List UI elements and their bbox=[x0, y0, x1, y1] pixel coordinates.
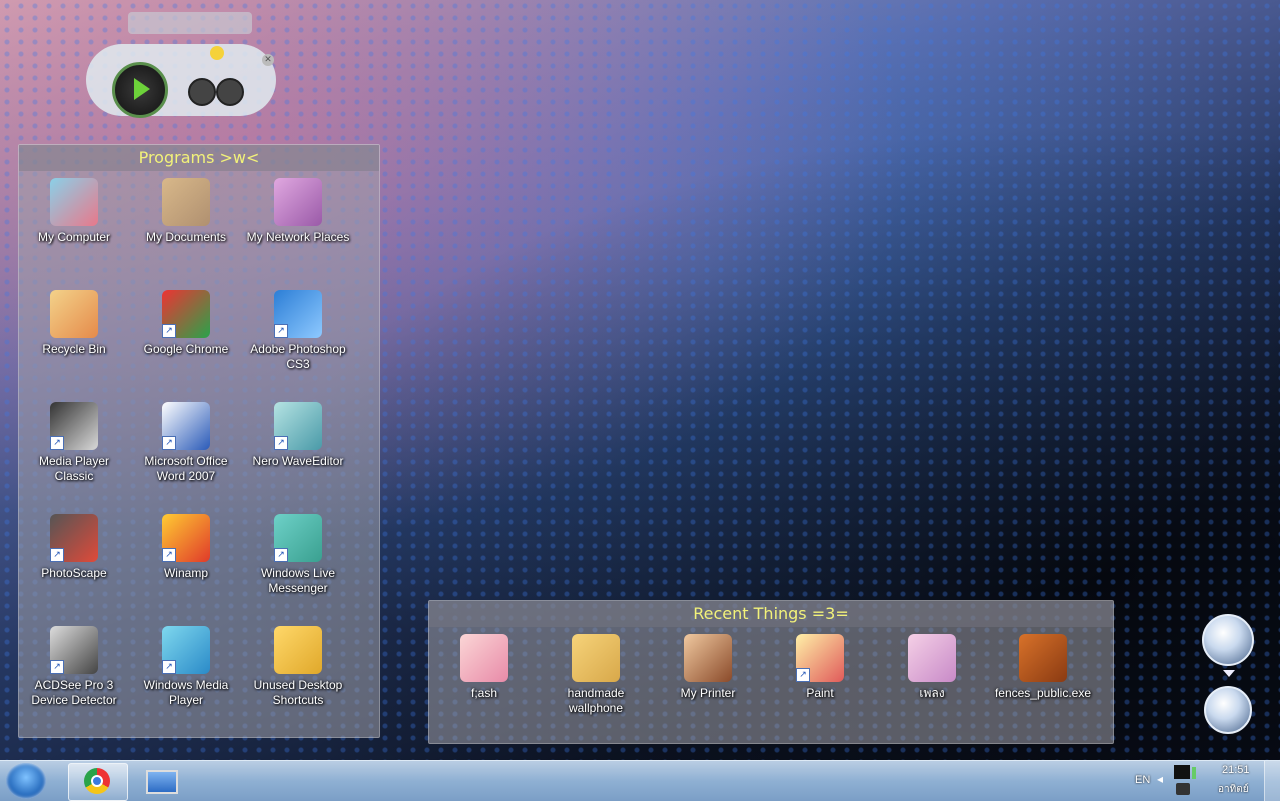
acdsee-icon: ↗ bbox=[50, 626, 98, 674]
icon-label: Paint bbox=[806, 686, 834, 700]
photoshop-icon: ↗ bbox=[274, 290, 322, 338]
windows-media-player-icon: ↗ bbox=[162, 626, 210, 674]
icon-label: f;ash bbox=[470, 686, 497, 700]
desktop-shortcut[interactable]: ↗ Adobe Photoshop CS3 bbox=[243, 290, 353, 372]
icon-label: handmade wallphone bbox=[567, 686, 625, 715]
shortcut-arrow-icon: ↗ bbox=[274, 548, 288, 562]
fence-title: Recent Things =3= bbox=[429, 601, 1113, 627]
icon-label: Windows Media Player bbox=[143, 678, 229, 707]
shortcut-arrow-icon: ↗ bbox=[162, 324, 176, 338]
sun-icon bbox=[210, 46, 224, 60]
desktop-shortcut[interactable]: Recycle Bin bbox=[19, 290, 129, 357]
printer-icon[interactable] bbox=[1176, 783, 1190, 795]
taskbar-chrome-button[interactable] bbox=[68, 763, 128, 801]
shortcut-arrow-icon: ↗ bbox=[162, 548, 176, 562]
desktop-shortcut[interactable]: ↗ Nero WaveEditor bbox=[243, 402, 353, 469]
side-widget-top[interactable] bbox=[1202, 614, 1254, 666]
music-player-icon bbox=[908, 634, 956, 682]
taskbar: EN ◂ 21:51 อาทิตย์ bbox=[0, 760, 1280, 801]
icon-label: fences_public.exe bbox=[994, 686, 1092, 700]
unused-shortcuts-icon bbox=[274, 626, 322, 674]
my-documents-icon bbox=[162, 178, 210, 226]
icon-label: Nero WaveEditor bbox=[252, 454, 344, 468]
network-icon[interactable] bbox=[1192, 767, 1206, 779]
photoscape-icon: ↗ bbox=[50, 514, 98, 562]
icon-label: ACDSee Pro 3 Device Detector bbox=[31, 678, 117, 707]
messenger-icon: ↗ bbox=[274, 514, 322, 562]
desktop-shortcut[interactable]: ↗ Winamp bbox=[131, 514, 241, 581]
desktop-shortcut[interactable]: handmade wallphone bbox=[541, 634, 651, 716]
start-button[interactable] bbox=[6, 763, 46, 799]
desktop-shortcut[interactable]: ↗ Windows Media Player bbox=[131, 626, 241, 708]
desktop-shortcut[interactable]: My Documents bbox=[131, 178, 241, 245]
language-indicator[interactable]: EN bbox=[1135, 774, 1150, 786]
icon-label: เพลง bbox=[919, 686, 945, 700]
desktop-shortcut[interactable]: fences_public.exe bbox=[988, 634, 1098, 701]
show-desktop-button[interactable] bbox=[1264, 761, 1280, 801]
shortcut-arrow-icon: ↗ bbox=[50, 548, 64, 562]
taskbar-computer-button[interactable] bbox=[130, 763, 190, 801]
icon-label: Media Player Classic bbox=[38, 454, 110, 483]
desktop-shortcut[interactable]: f;ash bbox=[429, 634, 539, 701]
shortcut-arrow-icon: ↗ bbox=[796, 668, 810, 682]
icon-label: Winamp bbox=[163, 566, 208, 580]
paint-icon: ↗ bbox=[796, 634, 844, 682]
shortcut-arrow-icon: ↗ bbox=[162, 436, 176, 450]
desktop-shortcut[interactable]: My Printer bbox=[653, 634, 763, 701]
icon-label: Adobe Photoshop CS3 bbox=[250, 342, 346, 371]
desktop-shortcut[interactable]: ↗ Microsoft Office Word 2007 bbox=[131, 402, 241, 484]
icon-label: My Computer bbox=[37, 230, 111, 244]
network-places-icon bbox=[274, 178, 322, 226]
icon-label: PhotoScape bbox=[41, 566, 107, 580]
fences-installer-icon bbox=[1019, 634, 1067, 682]
doll-icon bbox=[460, 634, 508, 682]
icon-label: Recycle Bin bbox=[42, 342, 106, 356]
play-icon[interactable] bbox=[112, 62, 168, 118]
fence-title: Programs >w< bbox=[19, 145, 379, 171]
my-computer-icon bbox=[50, 178, 98, 226]
shortcut-arrow-icon: ↗ bbox=[162, 660, 176, 674]
shortcut-arrow-icon: ↗ bbox=[274, 324, 288, 338]
icon-label: Microsoft Office Word 2007 bbox=[144, 454, 228, 483]
shortcut-arrow-icon: ↗ bbox=[50, 436, 64, 450]
icon-label: My Documents bbox=[145, 230, 227, 244]
close-icon[interactable]: ✕ bbox=[262, 54, 274, 66]
desktop-shortcut[interactable]: ↗ ACDSee Pro 3 Device Detector bbox=[19, 626, 129, 708]
chrome-icon bbox=[84, 768, 110, 794]
word-icon: ↗ bbox=[162, 402, 210, 450]
desktop-shortcut[interactable]: ↗ Windows Live Messenger bbox=[243, 514, 353, 596]
media-widget: ✕ bbox=[80, 10, 280, 135]
chevron-down-icon[interactable] bbox=[1223, 670, 1235, 677]
widget-search-box[interactable] bbox=[128, 12, 252, 34]
desktop-shortcut[interactable]: ↗ Media Player Classic bbox=[19, 402, 129, 484]
folder-icon bbox=[572, 634, 620, 682]
desktop-shortcut[interactable]: เพลง bbox=[877, 634, 987, 701]
desktop-shortcut[interactable]: My Network Places bbox=[243, 178, 353, 245]
media-player-classic-icon: ↗ bbox=[50, 402, 98, 450]
icon-label: My Printer bbox=[680, 686, 736, 700]
clock-day[interactable]: อาทิตย์ bbox=[1218, 782, 1249, 797]
desktop-shortcut[interactable]: ↗ Paint bbox=[765, 634, 875, 701]
show-hidden-icons-button[interactable]: ◂ bbox=[1157, 772, 1163, 786]
printer-face-icon bbox=[684, 634, 732, 682]
side-widget-bottom[interactable] bbox=[1204, 686, 1252, 734]
icon-label: Unused Desktop Shortcuts bbox=[253, 678, 343, 707]
shortcut-arrow-icon: ↗ bbox=[50, 660, 64, 674]
clock-time[interactable]: 21:51 bbox=[1222, 764, 1250, 776]
desktop-shortcut[interactable]: ↗ PhotoScape bbox=[19, 514, 129, 581]
desktop-shortcut[interactable]: Unused Desktop Shortcuts bbox=[243, 626, 353, 708]
computer-monitor-icon bbox=[146, 770, 178, 794]
binoculars-icon[interactable] bbox=[188, 78, 244, 106]
chrome-icon: ↗ bbox=[162, 290, 210, 338]
icon-label: Windows Live Messenger bbox=[260, 566, 336, 595]
shortcut-arrow-icon: ↗ bbox=[274, 436, 288, 450]
signal-icon[interactable] bbox=[1174, 765, 1190, 779]
desktop-shortcut[interactable]: ↗ Google Chrome bbox=[131, 290, 241, 357]
icon-label: Google Chrome bbox=[143, 342, 229, 356]
icon-label: My Network Places bbox=[246, 230, 350, 244]
nero-waveeditor-icon: ↗ bbox=[274, 402, 322, 450]
winamp-icon: ↗ bbox=[162, 514, 210, 562]
desktop-shortcut[interactable]: My Computer bbox=[19, 178, 129, 245]
recycle-bin-icon bbox=[50, 290, 98, 338]
